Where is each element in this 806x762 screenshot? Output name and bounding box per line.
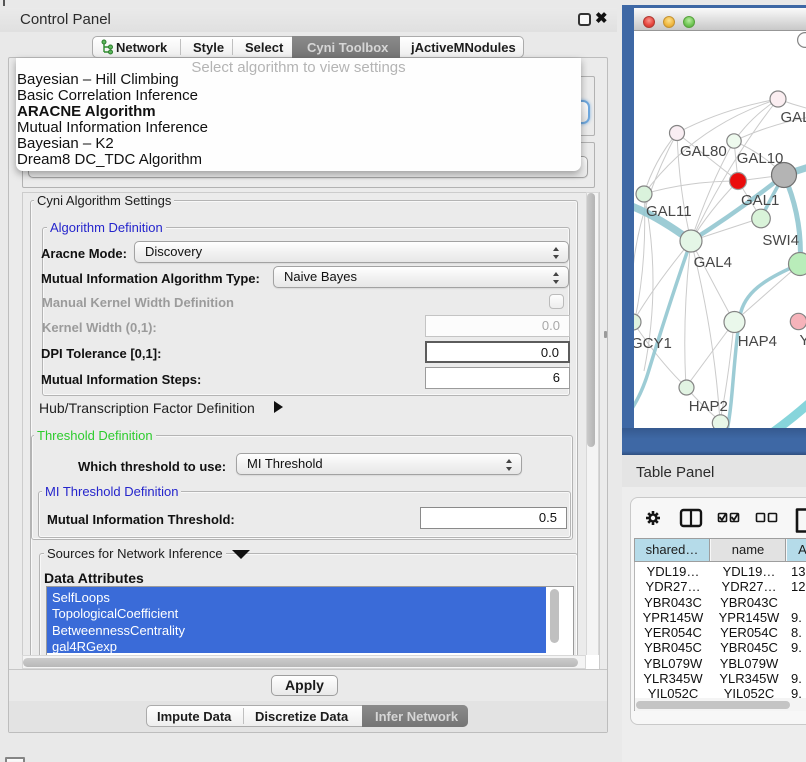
svg-text:GAL4: GAL4 <box>694 254 732 271</box>
svg-text:HAP2: HAP2 <box>689 398 728 415</box>
svg-text:GAL: GAL <box>781 109 806 126</box>
svg-text:GAL10: GAL10 <box>737 150 784 167</box>
svg-text:GAL11: GAL11 <box>646 203 692 220</box>
svg-text:GCY1: GCY1 <box>634 335 672 352</box>
svg-text:GAL1: GAL1 <box>741 192 779 209</box>
svg-text:HAP4: HAP4 <box>738 333 777 350</box>
svg-text:SWI4: SWI4 <box>762 232 799 249</box>
svg-text:Y: Y <box>800 332 806 349</box>
svg-text:GAL80: GAL80 <box>680 143 727 160</box>
